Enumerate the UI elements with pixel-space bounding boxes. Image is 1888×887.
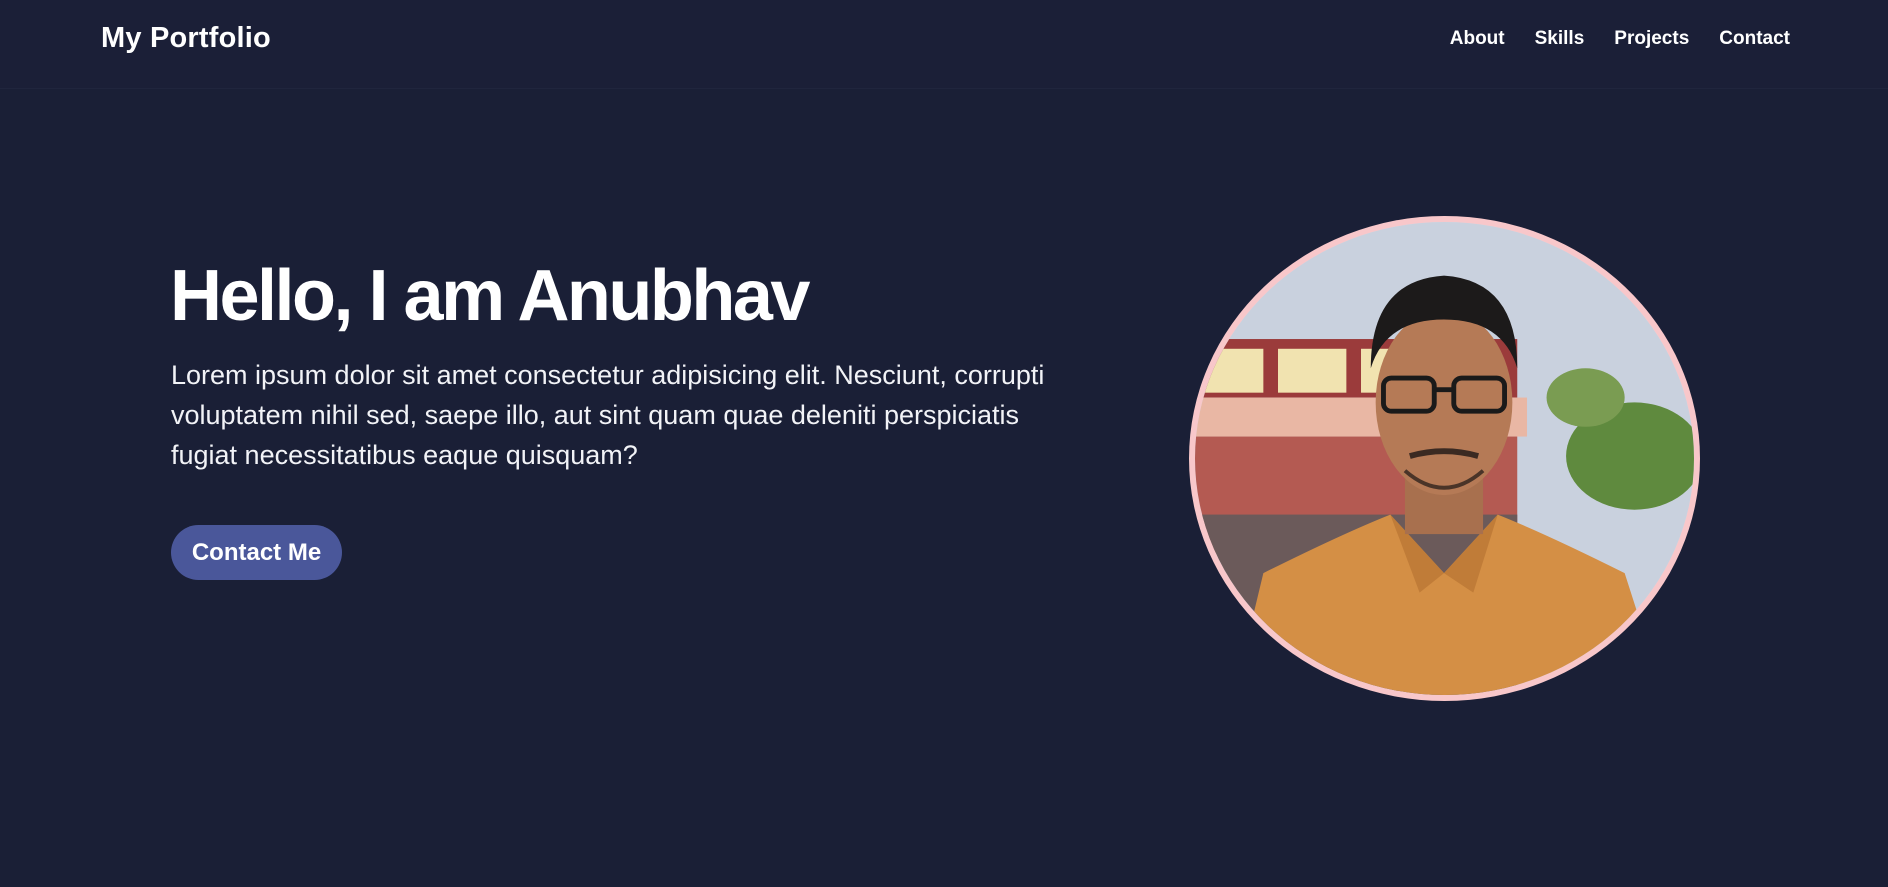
hero-title: Hello, I am Anubhav xyxy=(170,256,810,336)
hero-description: Lorem ipsum dolor sit amet consectetur a… xyxy=(171,360,1045,470)
contact-me-button[interactable]: Contact Me xyxy=(171,525,342,580)
navbar: My Portfolio About Skills Projects Conta… xyxy=(0,0,1888,89)
nav-link-about[interactable]: About xyxy=(1450,28,1505,50)
profile-photo-illustration xyxy=(1195,222,1694,695)
nav-link-contact[interactable]: Contact xyxy=(1719,28,1790,50)
nav-link-skills[interactable]: Skills xyxy=(1535,28,1585,50)
main-nav: About Skills Projects Contact xyxy=(1450,28,1790,50)
profile-photo xyxy=(1189,216,1700,701)
nav-link-projects[interactable]: Projects xyxy=(1614,28,1689,50)
brand-logo[interactable]: My Portfolio xyxy=(101,22,271,55)
